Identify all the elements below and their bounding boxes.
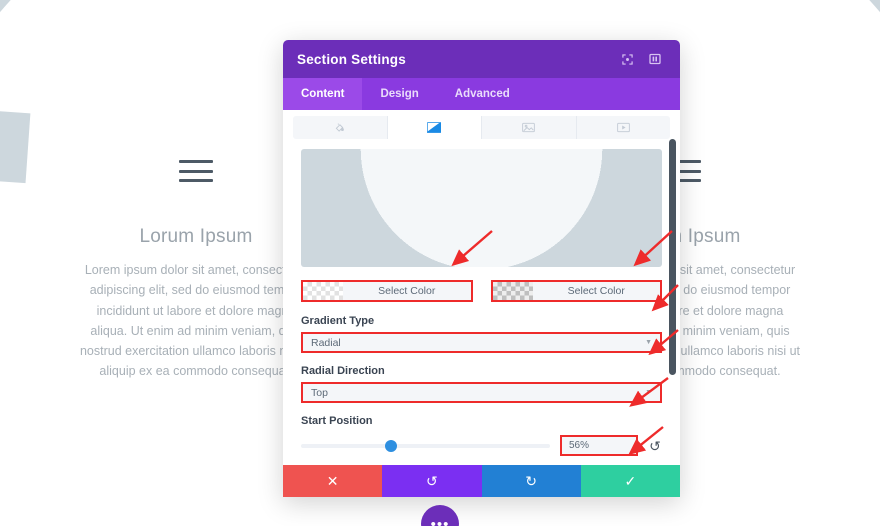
background-accent-shape xyxy=(0,110,31,184)
page-paragraph: Lorem ipsum dolor sit amet, consectetur … xyxy=(79,263,313,379)
radial-direction-select[interactable]: Top ▼ xyxy=(301,382,662,403)
modal-title: Section Settings xyxy=(297,51,406,67)
modal-scrollbar[interactable] xyxy=(669,139,676,375)
hamburger-icon[interactable] xyxy=(179,160,213,182)
chevron-down-icon: ▼ xyxy=(645,339,652,346)
page-column-left: Lorum Ipsum Lorem ipsum dolor sit amet, … xyxy=(78,160,314,382)
background-image-icon[interactable] xyxy=(482,116,577,139)
modal-header: Section Settings xyxy=(283,40,680,78)
background-type-toolbar xyxy=(293,116,670,139)
background-gradient-icon[interactable] xyxy=(387,116,482,139)
background-video-icon[interactable] xyxy=(577,116,671,139)
start-position-label: Start Position xyxy=(301,415,373,427)
save-button[interactable]: ✓ xyxy=(580,465,680,497)
close-button[interactable]: ✕ xyxy=(283,465,383,497)
start-position-value[interactable]: 56% xyxy=(560,435,638,456)
gradient-type-label: Gradient Type xyxy=(301,315,375,327)
start-color-picker[interactable]: Select Color xyxy=(301,280,473,302)
start-position-block: Start Position 56% ↺ xyxy=(301,415,662,456)
undo-button[interactable]: ↺ xyxy=(382,465,482,497)
radial-direction-value: Top xyxy=(311,386,328,399)
layout-toggle-icon[interactable] xyxy=(644,48,666,70)
gradient-type-select[interactable]: Radial ▼ xyxy=(301,332,662,353)
gradient-type-value: Radial xyxy=(311,336,341,349)
end-color-swatch xyxy=(492,282,533,300)
chevron-down-icon: ▼ xyxy=(645,389,652,396)
redo-button[interactable]: ↻ xyxy=(481,465,581,497)
gradient-preview xyxy=(301,149,662,267)
end-color-label: Select Color xyxy=(567,285,625,297)
start-position-slider[interactable] xyxy=(301,439,550,452)
tab-advanced[interactable]: Advanced xyxy=(437,78,528,110)
modal-footer: ✕ ↺ ↻ ✓ xyxy=(283,465,680,497)
end-color-picker[interactable]: Select Color xyxy=(490,280,662,302)
start-position-thumb[interactable] xyxy=(384,439,397,452)
tab-design[interactable]: Design xyxy=(362,78,436,110)
radial-direction-label: Radial Direction xyxy=(301,365,385,377)
background-type-toolbar-row xyxy=(283,110,680,139)
background-color-icon[interactable] xyxy=(293,116,388,139)
start-position-reset-icon[interactable]: ↺ xyxy=(648,439,662,453)
page-heading: Lorum Ipsum xyxy=(139,226,253,247)
section-settings-modal: Section Settings Content Design Advanced xyxy=(283,40,680,497)
expand-icon[interactable] xyxy=(616,48,638,70)
modal-tabs: Content Design Advanced xyxy=(283,78,680,110)
color-select-row: Select Color Select Color xyxy=(301,280,662,302)
tab-content[interactable]: Content xyxy=(283,78,363,110)
start-color-swatch xyxy=(303,282,343,300)
modal-body: Select Color Select Color Gradient Type … xyxy=(283,139,680,465)
start-color-label: Select Color xyxy=(378,285,436,297)
